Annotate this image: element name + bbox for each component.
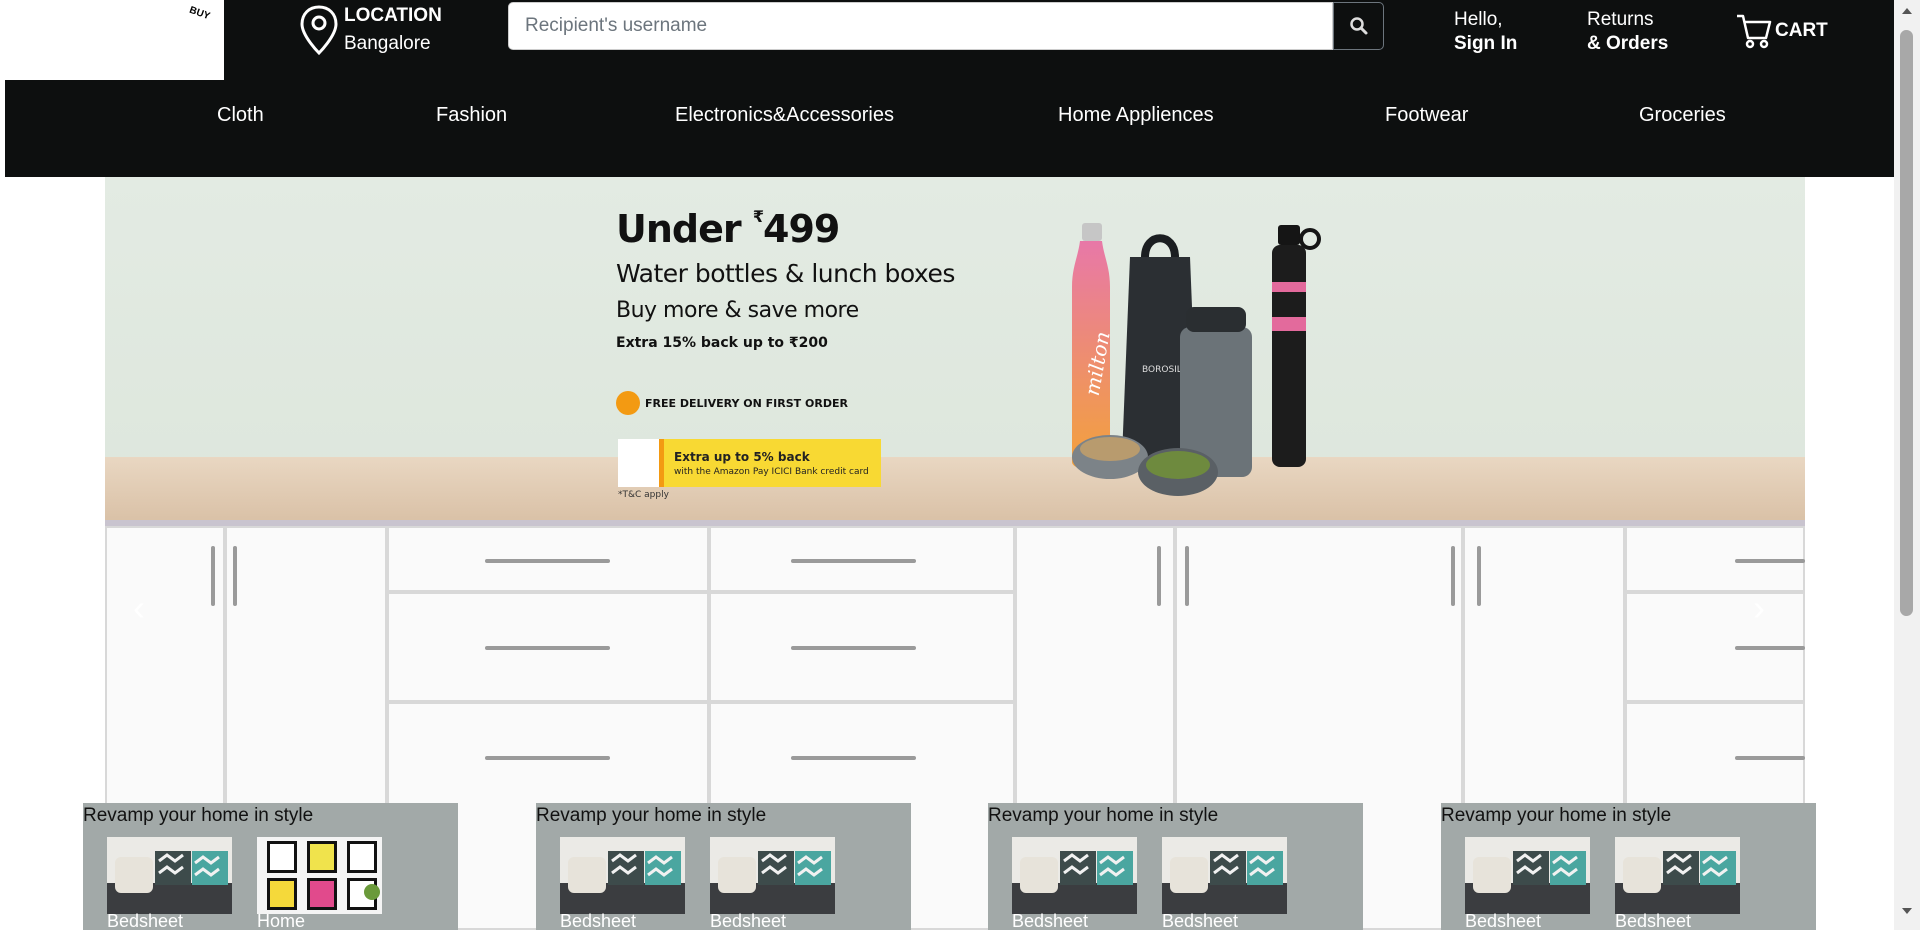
orders-label: & Orders bbox=[1587, 33, 1669, 54]
scroll-up-icon[interactable] bbox=[1902, 8, 1912, 14]
banner-title-prefix: Under bbox=[616, 207, 742, 251]
cart-label: CART bbox=[1775, 20, 1828, 41]
bank-offer-detail: with the Amazon Pay ICICI Bank credit ca… bbox=[674, 466, 869, 477]
returns-label: Returns bbox=[1587, 9, 1654, 30]
bedsheet-thumbnail[interactable] bbox=[1615, 837, 1740, 914]
nav-item-fashion[interactable]: Fashion bbox=[436, 104, 507, 127]
promo-card[interactable]: Revamp your home in style Bedsheet Bedsh… bbox=[1441, 803, 1816, 930]
sign-in-link[interactable]: Hello, Sign In bbox=[1454, 8, 1517, 56]
location-pin-icon bbox=[300, 5, 338, 56]
carousel-prev-button[interactable]: ‹ bbox=[133, 587, 145, 629]
promo-card-title: Revamp your home in style bbox=[536, 805, 767, 826]
thumb-label: Bedsheet bbox=[560, 911, 637, 930]
banner-extra-offer: Extra 15% back up to ₹200 bbox=[616, 335, 828, 351]
promo-card[interactable]: Revamp your home in style Bedsheet Home bbox=[83, 803, 458, 930]
cart-button[interactable]: CART bbox=[1735, 12, 1828, 50]
home-decor-thumbnail[interactable] bbox=[257, 837, 382, 914]
bank-offer-title: Extra up to 5% back bbox=[674, 449, 810, 464]
terms-note: *T&C apply bbox=[618, 490, 669, 500]
banner-subtitle: Water bottles & lunch boxes bbox=[616, 259, 955, 288]
carousel-next-button[interactable]: › bbox=[1753, 587, 1765, 629]
search-bar bbox=[508, 2, 1384, 50]
credit-card-icon bbox=[618, 439, 664, 487]
nav-item-electronics[interactable]: Electronics&Accessories bbox=[675, 104, 894, 127]
nav-item-groceries[interactable]: Groceries bbox=[1639, 104, 1726, 127]
location-city: Bangalore bbox=[344, 33, 431, 54]
thumb-label: Bedsheet bbox=[1465, 911, 1542, 930]
nav-item-home-appliances[interactable]: Home Appliences bbox=[1058, 104, 1214, 127]
search-icon bbox=[1349, 17, 1367, 35]
promo-card-title: Revamp your home in style bbox=[83, 805, 314, 826]
banner-text: Under ₹499 Water bottles & lunch boxes B… bbox=[616, 207, 955, 351]
cart-icon bbox=[1737, 14, 1772, 49]
bedsheet-thumbnail[interactable] bbox=[710, 837, 835, 914]
banner-currency: ₹ bbox=[752, 207, 764, 226]
scrollbar-thumb[interactable] bbox=[1900, 30, 1913, 616]
product-image: milton BOROSIL bbox=[1072, 223, 1321, 496]
returns-orders-link[interactable]: Returns & Orders bbox=[1587, 8, 1668, 56]
sign-in-label: Sign In bbox=[1454, 33, 1518, 54]
bedsheet-thumbnail[interactable] bbox=[1465, 837, 1590, 914]
free-delivery-text: FREE DELIVERY ON FIRST ORDER bbox=[645, 396, 848, 410]
scroll-down-icon[interactable] bbox=[1902, 908, 1912, 914]
nav-item-cloth[interactable]: Cloth bbox=[217, 104, 264, 127]
bag-brand-text: BOROSIL bbox=[1142, 365, 1182, 375]
bedsheet-thumbnail[interactable] bbox=[1012, 837, 1137, 914]
truck-icon bbox=[616, 391, 640, 415]
page: BUY LOCATION Bangalore Hello, Sign In Re… bbox=[0, 0, 1920, 930]
sign-in-greeting: Hello, bbox=[1454, 9, 1503, 30]
promo-card-title: Revamp your home in style bbox=[988, 805, 1219, 826]
bedsheet-thumbnail[interactable] bbox=[107, 837, 232, 914]
category-nav: Cloth Fashion Electronics&Accessories Ho… bbox=[5, 98, 1894, 138]
thumb-label: Home bbox=[257, 911, 306, 930]
thumb-label: Bedsheet bbox=[1012, 911, 1089, 930]
bank-offer-badge: Extra up to 5% back with the Amazon Pay … bbox=[618, 439, 881, 487]
thumb-label: Bedsheet bbox=[710, 911, 787, 930]
bedsheet-thumbnail[interactable] bbox=[1162, 837, 1287, 914]
logo-text: BUY bbox=[187, 4, 212, 23]
promo-card[interactable]: Revamp your home in style Bedsheet Bedsh… bbox=[536, 803, 911, 930]
thumb-label: Bedsheet bbox=[107, 911, 184, 930]
bedsheet-thumbnail[interactable] bbox=[560, 837, 685, 914]
location-selector[interactable]: LOCATION Bangalore bbox=[298, 4, 442, 56]
banner-subtitle-2: Buy more & save more bbox=[616, 298, 859, 323]
page-scrollbar[interactable] bbox=[1894, 0, 1920, 930]
free-delivery-badge: FREE DELIVERY ON FIRST ORDER bbox=[616, 391, 848, 415]
search-input[interactable] bbox=[508, 2, 1333, 50]
thumb-label: Bedsheet bbox=[1162, 911, 1239, 930]
nav-item-footwear[interactable]: Footwear bbox=[1385, 104, 1468, 127]
banner-title: Under ₹499 bbox=[616, 207, 955, 251]
search-button[interactable] bbox=[1333, 2, 1384, 50]
thumb-label: Bedsheet bbox=[1615, 911, 1692, 930]
promo-card[interactable]: Revamp your home in style Bedsheet Bedsh… bbox=[988, 803, 1363, 930]
logo[interactable]: BUY bbox=[5, 0, 224, 80]
banner-counter bbox=[105, 457, 1805, 527]
promo-card-title: Revamp your home in style bbox=[1441, 805, 1672, 826]
location-title: LOCATION bbox=[344, 5, 442, 26]
banner-price: 499 bbox=[763, 207, 840, 251]
